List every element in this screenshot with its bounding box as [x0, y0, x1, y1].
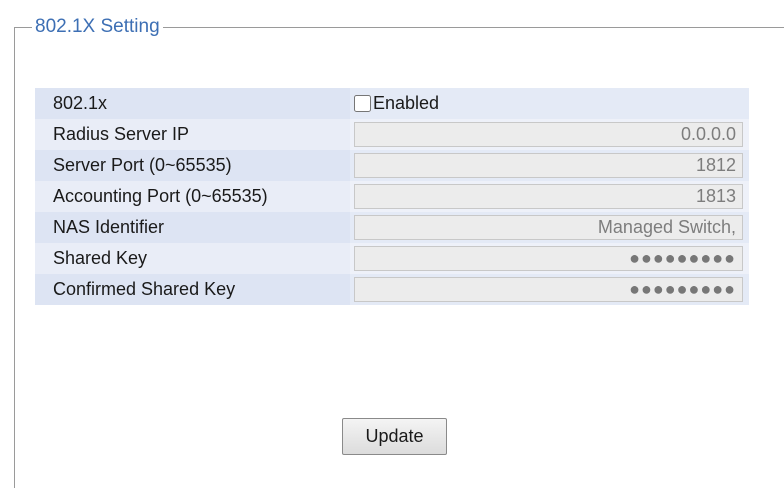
row-nas-identifier: NAS Identifier: [35, 212, 749, 243]
update-button[interactable]: Update: [342, 418, 447, 455]
row-accounting-port: Accounting Port (0~65535): [35, 181, 749, 212]
settings-table: 802.1x Enabled Radius Server IP Server P…: [35, 88, 749, 305]
enabled-checkbox[interactable]: [354, 95, 371, 112]
shared-key-input[interactable]: [354, 246, 743, 271]
radius-server-ip-input[interactable]: [354, 122, 743, 147]
row-label: 802.1x: [35, 88, 350, 119]
accounting-port-input[interactable]: [354, 184, 743, 209]
row-value: [350, 212, 749, 243]
row-label: Accounting Port (0~65535): [35, 181, 350, 212]
enabled-checkbox-label[interactable]: Enabled: [373, 93, 439, 114]
row-value: [350, 181, 749, 212]
row-value: [350, 119, 749, 150]
row-confirmed-shared-key: Confirmed Shared Key: [35, 274, 749, 305]
section-legend: 802.1X Setting: [32, 14, 163, 40]
row-value: [350, 150, 749, 181]
row-label: Server Port (0~65535): [35, 150, 350, 181]
enabled-checkbox-wrapper[interactable]: Enabled: [354, 93, 439, 114]
row-value: [350, 274, 749, 305]
row-label: Radius Server IP: [35, 119, 350, 150]
row-shared-key: Shared Key: [35, 243, 749, 274]
row-value: [350, 243, 749, 274]
confirmed-shared-key-input[interactable]: [354, 277, 743, 302]
row-server-port: Server Port (0~65535): [35, 150, 749, 181]
row-label: Shared Key: [35, 243, 350, 274]
nas-identifier-input[interactable]: [354, 215, 743, 240]
row-8021x: 802.1x Enabled: [35, 88, 749, 119]
row-radius-server-ip: Radius Server IP: [35, 119, 749, 150]
server-port-input[interactable]: [354, 153, 743, 178]
row-label: NAS Identifier: [35, 212, 350, 243]
row-value: Enabled: [350, 88, 749, 119]
row-label: Confirmed Shared Key: [35, 274, 350, 305]
